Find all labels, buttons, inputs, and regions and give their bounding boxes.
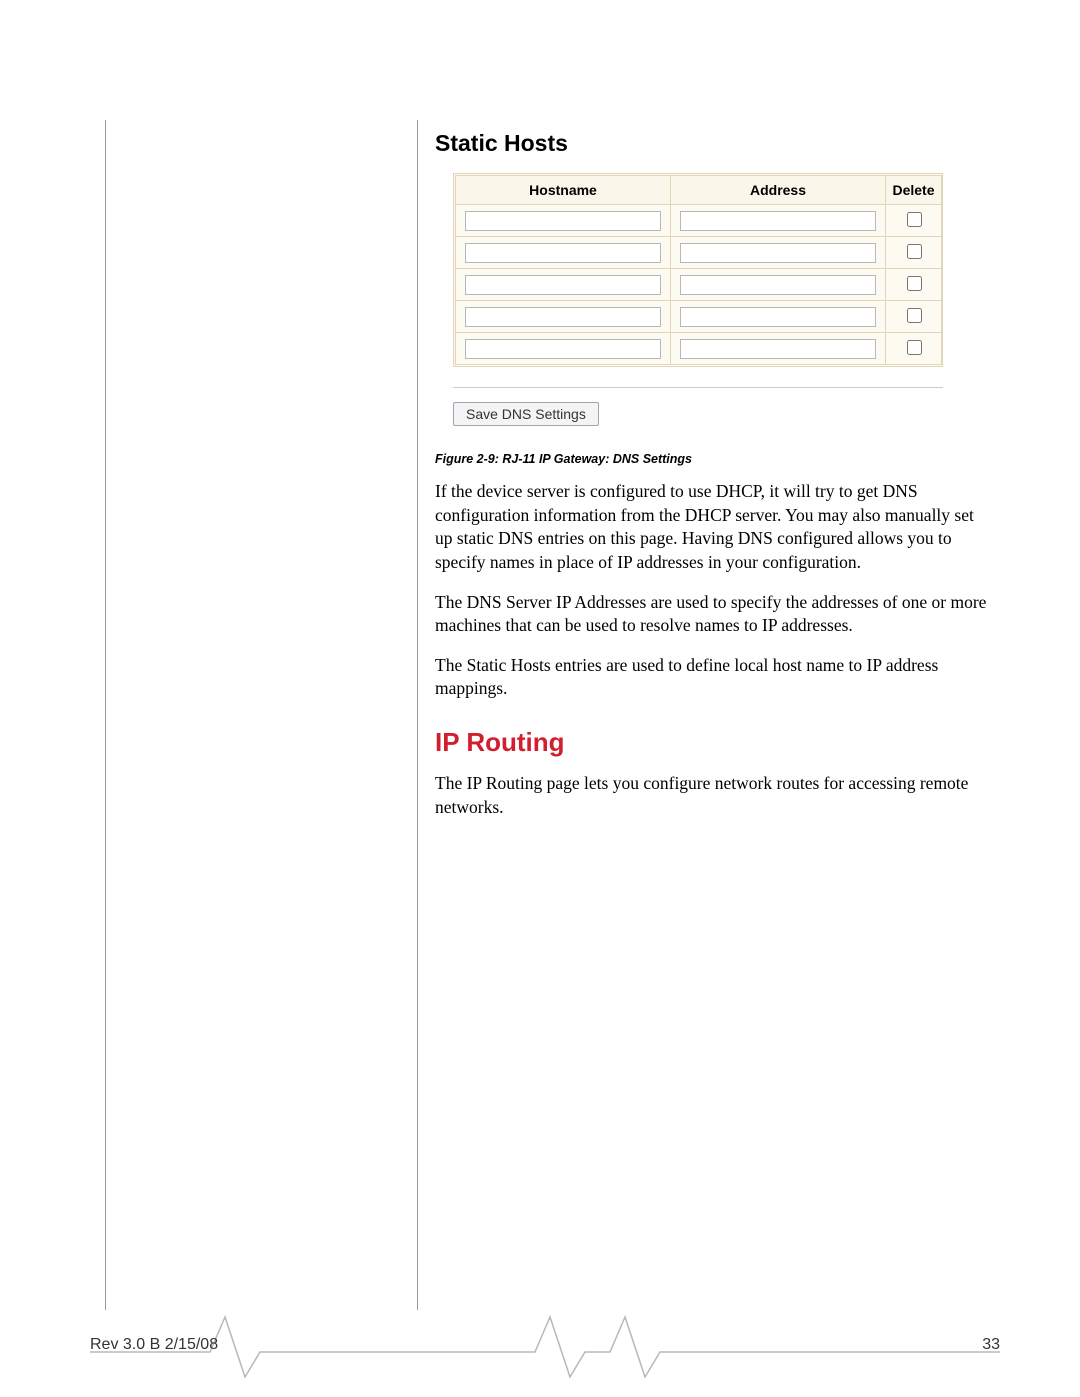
address-input[interactable] — [680, 307, 876, 327]
table-header-row: Hostname Address Delete — [456, 176, 942, 205]
page-number: 33 — [982, 1336, 1000, 1354]
static-hosts-heading: Static Hosts — [435, 130, 995, 157]
address-input[interactable] — [680, 339, 876, 359]
delete-checkbox[interactable] — [907, 308, 922, 323]
hostname-input[interactable] — [465, 211, 661, 231]
figure-caption: Figure 2-9: RJ-11 IP Gateway: DNS Settin… — [435, 452, 995, 466]
table-row — [456, 301, 942, 333]
page-footer: Rev 3.0 B 2/15/08 33 — [90, 1312, 1000, 1382]
address-input[interactable] — [680, 211, 876, 231]
col-header-address: Address — [671, 176, 886, 205]
save-dns-settings-button[interactable]: Save DNS Settings — [453, 402, 599, 426]
body-paragraph: If the device server is configured to us… — [435, 480, 995, 575]
table-row — [456, 205, 942, 237]
address-input[interactable] — [680, 275, 876, 295]
ip-routing-heading: IP Routing — [435, 727, 995, 758]
revision-text: Rev 3.0 B 2/15/08 — [90, 1336, 218, 1354]
divider — [453, 387, 943, 388]
table-row — [456, 269, 942, 301]
hostname-input[interactable] — [465, 275, 661, 295]
main-content: Static Hosts Hostname Address Delete — [435, 130, 995, 835]
hostname-input[interactable] — [465, 339, 661, 359]
left-margin-rule — [105, 120, 106, 1310]
table-row — [456, 333, 942, 365]
delete-checkbox[interactable] — [907, 244, 922, 259]
col-header-delete: Delete — [886, 176, 942, 205]
address-input[interactable] — [680, 243, 876, 263]
delete-checkbox[interactable] — [907, 340, 922, 355]
column-rule — [417, 120, 418, 1310]
delete-checkbox[interactable] — [907, 212, 922, 227]
body-paragraph: The IP Routing page lets you configure n… — [435, 772, 995, 819]
table-row — [456, 237, 942, 269]
col-header-hostname: Hostname — [456, 176, 671, 205]
body-paragraph: The Static Hosts entries are used to def… — [435, 654, 995, 701]
delete-checkbox[interactable] — [907, 276, 922, 291]
hostname-input[interactable] — [465, 307, 661, 327]
heartbeat-line-icon — [90, 1312, 1000, 1382]
static-hosts-table: Hostname Address Delete — [453, 173, 943, 367]
body-paragraph: The DNS Server IP Addresses are used to … — [435, 591, 995, 638]
hostname-input[interactable] — [465, 243, 661, 263]
